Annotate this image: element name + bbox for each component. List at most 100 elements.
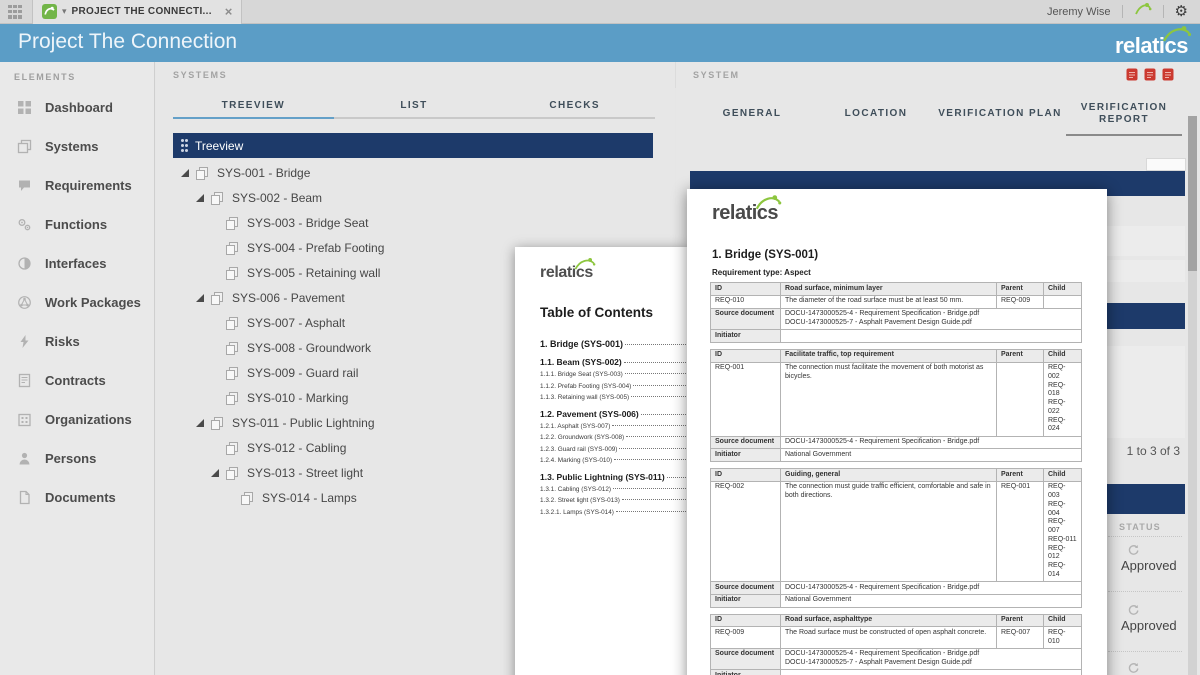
system-node-icon bbox=[211, 417, 223, 429]
tab-treeview[interactable]: TREEVIEW bbox=[173, 95, 334, 117]
initiator-value: National Government bbox=[781, 594, 1082, 607]
toc-entry: 1.1.1. Bridge Seat (SYS-003) bbox=[540, 369, 690, 381]
divider bbox=[1163, 5, 1164, 18]
drag-handle-icon[interactable] bbox=[181, 139, 184, 142]
chevron-down-icon[interactable]: ▾ bbox=[62, 6, 67, 17]
expand-arrow-icon[interactable] bbox=[196, 194, 204, 202]
system-node-icon bbox=[226, 242, 238, 254]
gear-icon[interactable]: ⚙ bbox=[1175, 4, 1188, 19]
tab-general[interactable]: GENERAL bbox=[690, 95, 814, 133]
report-subheading: Requirement type: Aspect bbox=[712, 268, 811, 277]
user-menu[interactable]: Jeremy Wise bbox=[1047, 6, 1111, 18]
system-panel-label: SYSTEM bbox=[693, 70, 740, 80]
source-documents: DOCU-1473000525-4 - Requirement Specific… bbox=[781, 436, 1082, 449]
treeview-widget-title: Treeview bbox=[195, 139, 243, 153]
systems-icon bbox=[17, 139, 32, 154]
initiator-value bbox=[781, 670, 1082, 675]
relatics-logo: relatics bbox=[1115, 35, 1188, 57]
organizations-icon bbox=[17, 412, 32, 427]
expand-arrow-icon[interactable] bbox=[196, 419, 204, 427]
system-node-icon bbox=[226, 267, 238, 279]
sidebar-item-interfaces[interactable]: Interfaces bbox=[0, 244, 154, 283]
toc-entry: 1.2. Pavement (SYS-006) bbox=[540, 407, 690, 421]
toc-entry: 1.3. Public Lightning (SYS-011) bbox=[540, 470, 690, 484]
requirement-table: IDRoad surface, asphalttypeParentChild R… bbox=[710, 614, 1082, 675]
requirement-description: The diameter of the road surface must be… bbox=[781, 295, 997, 308]
pdf-icon[interactable] bbox=[1144, 68, 1156, 81]
pdf-icon[interactable] bbox=[1162, 68, 1174, 81]
toc-entry: 1.3.1. Cabling (SYS-012) bbox=[540, 484, 690, 496]
status-change-icon[interactable] bbox=[1127, 604, 1139, 616]
toc-entry: 1.3.2.1. Lamps (SYS-014) bbox=[540, 507, 690, 519]
divider bbox=[1122, 5, 1123, 18]
tree-item[interactable]: SYS-001 - Bridge bbox=[173, 160, 653, 185]
system-tab-bar: GENERAL LOCATION VERIFICATION PLAN VERIF… bbox=[690, 95, 1186, 133]
requirement-title: Road surface, asphalttype bbox=[781, 614, 997, 627]
toc-entry: 1. Bridge (SYS-001) bbox=[540, 337, 690, 352]
form-field[interactable] bbox=[1146, 158, 1186, 171]
requirement-description: The connection must guide traffic effici… bbox=[781, 481, 997, 581]
treeview-widget-header: Treeview bbox=[173, 133, 653, 158]
work-packages-icon bbox=[17, 295, 32, 310]
tab-verification-report[interactable]: VERIFICATION REPORT bbox=[1062, 95, 1186, 133]
close-icon[interactable]: × bbox=[225, 4, 233, 19]
requirement-tables: IDRoad surface, minimum layerParentChild… bbox=[710, 282, 1082, 675]
sidebar-section-label: ELEMENTS bbox=[0, 62, 154, 88]
sidebar-item-requirements[interactable]: Requirements bbox=[0, 166, 154, 205]
status-change-icon[interactable] bbox=[1127, 662, 1139, 674]
requirements-icon bbox=[17, 178, 32, 193]
system-node-icon bbox=[211, 292, 223, 304]
risks-icon bbox=[17, 334, 32, 349]
tree-item[interactable]: SYS-002 - Beam bbox=[173, 185, 653, 210]
expand-arrow-icon[interactable] bbox=[181, 169, 189, 177]
tree-item[interactable]: SYS-003 - Bridge Seat bbox=[173, 210, 653, 235]
persons-icon bbox=[17, 451, 32, 466]
page-title: Project The Connection bbox=[18, 30, 237, 54]
sidebar-item-label: Interfaces bbox=[45, 256, 106, 271]
status-value: Approved bbox=[1121, 618, 1177, 633]
requirement-table: IDRoad surface, minimum layerParentChild… bbox=[710, 282, 1082, 343]
sidebar-item-label: Risks bbox=[45, 334, 80, 349]
sidebar-item-label: Systems bbox=[45, 139, 98, 154]
requirement-description: The Road surface must be constructed of … bbox=[781, 627, 997, 649]
status-change-icon[interactable] bbox=[1127, 544, 1139, 556]
system-node-icon bbox=[226, 342, 238, 354]
contracts-icon bbox=[17, 373, 32, 388]
sidebar-item-risks[interactable]: Risks bbox=[0, 322, 154, 361]
expand-arrow-icon[interactable] bbox=[211, 469, 219, 477]
interfaces-icon bbox=[17, 256, 32, 271]
toc-entry: 1.1.2. Prefab Footing (SYS-004) bbox=[540, 381, 690, 393]
relatics-home-icon[interactable] bbox=[1134, 2, 1152, 21]
sidebar-item-contracts[interactable]: Contracts bbox=[0, 361, 154, 400]
tab-list[interactable]: LIST bbox=[334, 95, 495, 117]
sidebar-item-functions[interactable]: Functions bbox=[0, 205, 154, 244]
toc-document-preview: relatics Table of Contents 1. Bridge (SY… bbox=[515, 247, 690, 675]
relatics-tab-icon bbox=[42, 4, 57, 19]
relatics-logo: relatics bbox=[712, 203, 778, 223]
source-documents: DOCU-1473000525-4 - Requirement Specific… bbox=[781, 648, 1082, 670]
requirement-title: Road surface, minimum layer bbox=[781, 283, 997, 296]
initiator-value: National Government bbox=[781, 449, 1082, 462]
app-grid-icon[interactable] bbox=[8, 5, 22, 19]
tab-checks[interactable]: CHECKS bbox=[494, 95, 655, 117]
sidebar-item-persons[interactable]: Persons bbox=[0, 439, 154, 478]
scrollbar-thumb[interactable] bbox=[1188, 116, 1197, 271]
row-divider bbox=[1108, 536, 1182, 537]
status-value: Approved bbox=[1121, 558, 1177, 573]
sidebar-item-label: Functions bbox=[45, 217, 107, 232]
expand-arrow-icon[interactable] bbox=[196, 294, 204, 302]
tab-location[interactable]: LOCATION bbox=[814, 95, 938, 133]
sidebar-item-label: Work Packages bbox=[45, 295, 141, 310]
sidebar-item-documents[interactable]: Documents bbox=[0, 478, 154, 517]
sidebar-item-label: Requirements bbox=[45, 178, 132, 193]
pdf-icon[interactable] bbox=[1126, 68, 1138, 81]
sidebar-item-work-packages[interactable]: Work Packages bbox=[0, 283, 154, 322]
sidebar-item-organizations[interactable]: Organizations bbox=[0, 400, 154, 439]
system-node-icon bbox=[226, 442, 238, 454]
sidebar-item-systems[interactable]: Systems bbox=[0, 127, 154, 166]
workspace-tab[interactable]: ▾ PROJECT THE CONNECTI... × bbox=[32, 0, 242, 24]
sidebar-item-dashboard[interactable]: Dashboard bbox=[0, 88, 154, 127]
tab-verification-plan[interactable]: VERIFICATION PLAN bbox=[938, 95, 1062, 133]
requirement-table: IDFacilitate traffic, top requirementPar… bbox=[710, 349, 1082, 462]
status-row: Approved bbox=[1121, 544, 1177, 573]
